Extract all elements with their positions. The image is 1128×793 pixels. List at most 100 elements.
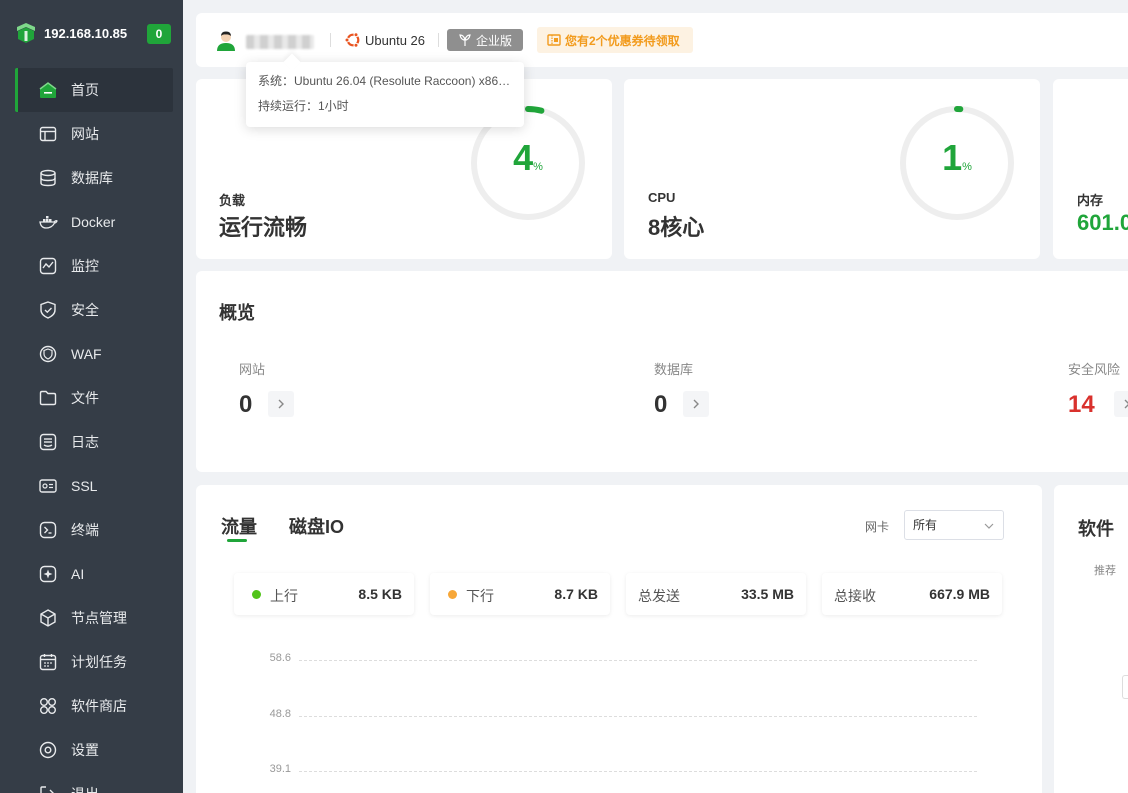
metric-download: 下行 8.7 KB — [430, 573, 610, 615]
header-separator — [438, 33, 439, 47]
sidebar-item-ai[interactable]: AI — [0, 552, 183, 596]
os-version[interactable]: Ubuntu 26 — [365, 33, 425, 48]
sidebar-item-website[interactable]: 网站 — [0, 112, 183, 156]
sidebar-item-store[interactable]: 软件商店 — [0, 684, 183, 728]
sidebar-item-settings[interactable]: 设置 — [0, 728, 183, 772]
cpu-percent-value: 1 — [942, 137, 963, 178]
grid-line — [299, 716, 977, 717]
overview-website-count[interactable]: 0 — [239, 391, 252, 419]
load-percent-unit: % — [533, 161, 543, 173]
coupon-notice[interactable]: 您有2个优惠券待领取 — [537, 27, 693, 53]
metric-upload-label: 上行 — [270, 588, 298, 604]
ai-icon — [38, 564, 58, 584]
tooltip-uptime: 持续运行：1小时 — [258, 99, 349, 113]
cpu-card[interactable]: CPU 8核心 1% — [624, 79, 1040, 259]
metric-download-value: 8.7 KB — [554, 586, 598, 602]
overview-website-link[interactable] — [268, 391, 294, 417]
y-axis-tick: 39.1 — [269, 763, 291, 775]
sidebar-item-label: 终端 — [71, 522, 99, 538]
top-header: Ubuntu 26 企业版 您有2个优惠券待领取 — [196, 13, 1128, 67]
metric-total-sent-label: 总发送 — [638, 588, 680, 604]
nic-select-value: 所有 — [913, 518, 938, 532]
overview-risk-label: 安全风险 — [1068, 362, 1121, 377]
sidebar-item-security[interactable]: 安全 — [0, 288, 183, 332]
cpu-cores: 8核心 — [648, 215, 705, 240]
sidebar-item-docker[interactable]: Docker — [0, 200, 183, 244]
monitor-icon — [38, 256, 58, 276]
overview-card: 概览 网站 0 数据库 0 安全风险 14 — [196, 271, 1128, 472]
sidebar-item-home[interactable]: 首页 — [15, 68, 173, 112]
sidebar-item-ssl[interactable]: SSL — [0, 464, 183, 508]
sidebar-item-label: 日志 — [71, 434, 99, 450]
chevron-right-icon — [278, 399, 284, 409]
overview-database-count[interactable]: 0 — [654, 391, 667, 419]
load-status: 运行流畅 — [219, 215, 308, 240]
software-item-edge — [1122, 675, 1128, 699]
cpu-percent-unit: % — [962, 161, 972, 173]
user-name-redacted[interactable] — [246, 35, 314, 49]
sidebar-item-label: 软件商店 — [71, 698, 127, 714]
load-percent-value: 4 — [513, 137, 534, 178]
overview-database-link[interactable] — [683, 391, 709, 417]
home-icon — [38, 80, 58, 100]
chevron-down-icon — [984, 523, 994, 529]
sidebar-item-label: Docker — [71, 214, 116, 230]
sidebar-item-logs[interactable]: 日志 — [0, 420, 183, 464]
waf-icon — [38, 344, 58, 364]
traffic-card: 流量 磁盘IO 网卡 所有 上行 8.5 KB 下行 8.7 KB 总发送 33… — [196, 485, 1042, 793]
sidebar-item-waf[interactable]: WAF — [0, 332, 183, 376]
docker-icon — [38, 212, 58, 232]
download-dot — [448, 590, 457, 599]
overview-risk-link[interactable] — [1114, 391, 1128, 417]
upload-dot — [252, 590, 261, 599]
cpu-percent: 1% — [897, 137, 1017, 179]
sidebar-item-files[interactable]: 文件 — [0, 376, 183, 420]
sidebar-item-label: 退出 — [71, 784, 99, 793]
sidebar-item-cron[interactable]: 计划任务 — [0, 640, 183, 684]
memory-card[interactable]: 内存 601.0 — [1053, 79, 1128, 259]
tab-active-indicator — [227, 539, 247, 542]
ssl-icon — [38, 476, 58, 496]
grid-line — [299, 771, 977, 772]
edition-badge[interactable]: 企业版 — [447, 29, 523, 51]
sidebar-item-label: 首页 — [71, 82, 99, 98]
memory-label: 内存 — [1077, 193, 1104, 208]
node-icon — [38, 608, 58, 628]
load-label: 负载 — [219, 193, 246, 208]
sidebar-item-label: 数据库 — [71, 170, 113, 186]
sidebar-item-database[interactable]: 数据库 — [0, 156, 183, 200]
y-axis-tick: 58.6 — [269, 652, 291, 664]
load-percent: 4% — [468, 137, 588, 179]
nic-select[interactable]: 所有 — [904, 510, 1004, 540]
system-info-tooltip: 系统：Ubuntu 26.04 (Resolute Raccoon) x86_6… — [246, 62, 524, 127]
metric-total-sent: 总发送 33.5 MB — [626, 573, 806, 615]
overview-title: 概览 — [219, 303, 255, 323]
shield-icon — [38, 300, 58, 320]
edition-label: 企业版 — [475, 33, 512, 48]
sidebar-item-logout[interactable]: 退出 — [0, 772, 183, 793]
folder-icon — [38, 388, 58, 408]
sidebar-item-terminal[interactable]: 终端 — [0, 508, 183, 552]
metric-total-received-label: 总接收 — [834, 588, 876, 604]
user-avatar-icon[interactable] — [216, 30, 236, 52]
metric-total-sent-value: 33.5 MB — [741, 586, 794, 602]
sidebar-menu: 首页 网站 数据库 Docker 监控 安全 WAF 文件 日志 SSL 终端 … — [0, 68, 183, 793]
notification-badge[interactable]: 0 — [147, 24, 171, 44]
sidebar-item-monitor[interactable]: 监控 — [0, 244, 183, 288]
sidebar-item-label: 文件 — [71, 390, 99, 406]
overview-risk-count[interactable]: 14 — [1068, 391, 1095, 419]
sidebar-item-label: AI — [71, 566, 85, 582]
software-recommend-tab[interactable]: 推荐 — [1094, 562, 1116, 578]
sidebar-item-nodes[interactable]: 节点管理 — [0, 596, 183, 640]
website-icon — [38, 124, 58, 144]
software-card: 软件 推荐 — [1054, 485, 1128, 793]
sidebar-item-label: 安全 — [71, 302, 99, 318]
y-axis-tick: 48.8 — [269, 708, 291, 720]
memory-value: 601.0 — [1077, 210, 1128, 235]
sidebar-item-label: 计划任务 — [71, 654, 127, 670]
metric-total-received-value: 667.9 MB — [929, 586, 990, 602]
chevron-right-icon — [693, 399, 699, 409]
tab-traffic[interactable]: 流量 — [221, 513, 257, 539]
tab-disk-io[interactable]: 磁盘IO — [289, 513, 344, 539]
terminal-icon — [38, 520, 58, 540]
